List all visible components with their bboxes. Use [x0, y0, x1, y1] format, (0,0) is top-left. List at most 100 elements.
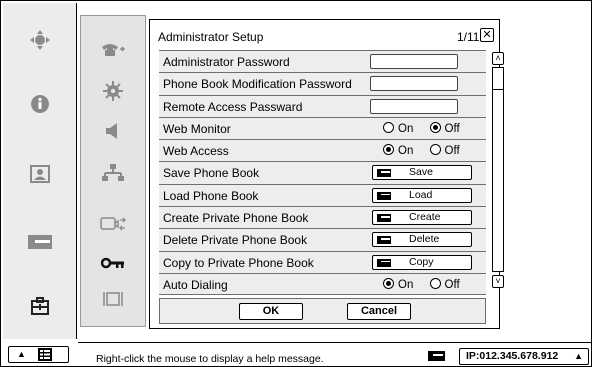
gear-icon[interactable] [99, 80, 127, 102]
web-access-on-option[interactable]: On [383, 144, 413, 157]
scrollbar-thumb[interactable] [493, 68, 503, 90]
radio-button-selected[interactable] [429, 121, 441, 133]
contact-card-icon[interactable] [27, 163, 53, 185]
load-button[interactable]: Load [372, 187, 472, 203]
arrow-up-icon: ▲ [17, 349, 26, 359]
network-icon[interactable] [99, 162, 127, 184]
setting-label: Create Private Phone Book [163, 211, 309, 226]
ip-address-display[interactable]: IP:012.345.678.912 ▲ [459, 348, 589, 365]
administrator-setup-dialog: Administrator Setup 1/11 ✕ Administrator… [149, 19, 504, 329]
radio-label: Off [444, 122, 460, 135]
scroll-up-button[interactable]: ˄ [492, 52, 504, 65]
setting-row-remote-access-password: Remote Access Passward [159, 94, 486, 117]
radio-label: Off [444, 145, 460, 158]
cancel-button[interactable]: Cancel [347, 303, 411, 320]
radio-button[interactable] [383, 121, 394, 133]
radio-button[interactable] [429, 277, 441, 289]
scrollbar-track[interactable] [492, 67, 504, 272]
copy-button[interactable]: Copy [372, 254, 472, 270]
setting-row-administrator-password: Administrator Password [159, 50, 486, 73]
button-label: Copy [409, 255, 434, 268]
memory-card-icon [377, 258, 391, 267]
camera-move-icon[interactable] [27, 29, 53, 51]
speaker-icon[interactable] [99, 120, 127, 142]
web-access-off-option[interactable]: Off [429, 144, 460, 158]
setting-label: Web Monitor [163, 121, 231, 136]
memory-card-icon [377, 169, 391, 178]
auto-dialing-off-option[interactable]: Off [429, 277, 460, 291]
setting-row-web-access: Web Access On Off [159, 139, 486, 162]
phone-icon[interactable] [99, 38, 127, 60]
setting-label: Load Phone Book [163, 188, 259, 203]
button-label: Save [409, 166, 433, 179]
radio-button-selected[interactable] [383, 144, 394, 156]
double-chevron-up-icon: ˄ [495, 53, 501, 63]
delete-button[interactable]: Delete [372, 232, 472, 248]
memory-card-icon [377, 236, 391, 245]
left-menu-bar [3, 3, 77, 339]
memory-card-icon [377, 214, 391, 223]
setting-row-delete-private-phone-book: Delete Private Phone Book Delete [159, 228, 486, 251]
memory-card-icon [377, 191, 391, 200]
radio-label: Off [444, 278, 460, 291]
setting-label: Save Phone Book [163, 166, 260, 181]
auto-dialing-on-option[interactable]: On [383, 277, 414, 291]
radio-label: On [398, 122, 414, 135]
save-button[interactable]: Save [372, 165, 472, 181]
status-bar: Right-click the mouse to display a help … [78, 342, 592, 367]
button-label: Create [409, 211, 441, 224]
web-access-radio-group: On Off [383, 144, 473, 157]
setting-label: Administrator Password [163, 55, 290, 69]
radio-label: On [398, 278, 414, 291]
setting-row-create-private-phone-book: Create Private Phone Book Create [159, 206, 486, 229]
setting-label: Delete Private Phone Book [163, 233, 308, 248]
auto-dialing-radio-group: On Off [383, 277, 473, 291]
radio-button-selected[interactable] [383, 277, 394, 289]
phone-book-password-field[interactable] [370, 76, 458, 92]
setting-row-copy-to-private-phone-book: Copy to Private Phone Book Copy [159, 250, 486, 273]
administrator-password-field[interactable] [370, 54, 458, 69]
setting-label: Auto Dialing [163, 277, 228, 292]
memory-card-icon [428, 351, 445, 361]
help-message: Right-click the mouse to display a help … [96, 353, 324, 365]
page-indicator: 1/11 [457, 30, 480, 44]
scroll-down-button[interactable]: ˅ [492, 275, 504, 288]
dialog-title: Administrator Setup [158, 30, 264, 44]
setting-row-save-phone-book: Save Phone Book Save [159, 161, 486, 184]
radio-label: On [398, 145, 414, 158]
web-monitor-radio-group: On Off [383, 121, 473, 135]
memory-card-icon[interactable] [27, 231, 53, 253]
setting-label: Copy to Private Phone Book [163, 255, 314, 270]
setting-row-phone-book-password: Phone Book Modification Password [159, 72, 486, 95]
setting-row-load-phone-book: Load Phone Book Load [159, 183, 486, 207]
remote-access-password-field[interactable] [370, 98, 458, 114]
button-label: Delete [409, 233, 440, 246]
button-label: Load [409, 188, 433, 201]
key-icon[interactable] [99, 252, 127, 274]
toolbox-icon[interactable] [27, 295, 53, 317]
radio-button[interactable] [429, 144, 441, 156]
setting-label: Phone Book Modification Password [163, 77, 352, 92]
close-button[interactable]: ✕ [480, 28, 494, 42]
setting-row-web-monitor: Web Monitor On Off [159, 116, 486, 140]
display-icon[interactable] [99, 288, 127, 310]
info-icon[interactable] [27, 93, 53, 115]
ok-button[interactable]: OK [239, 303, 303, 320]
menu-grid-icon [38, 348, 52, 361]
close-icon: ✕ [482, 29, 492, 41]
web-monitor-off-option[interactable]: Off [429, 121, 460, 135]
settings-category-bar [80, 15, 146, 327]
ip-address-label: IP:012.345.678.912 [466, 350, 559, 362]
settings-list: Administrator Password Phone Book Modifi… [159, 50, 486, 296]
video-input-icon[interactable] [99, 214, 127, 236]
arrow-up-icon: ▲ [574, 351, 583, 361]
screen: Administrator Setup 1/11 ✕ Administrator… [0, 0, 592, 367]
create-button[interactable]: Create [372, 210, 472, 226]
dialog-button-bar: OK Cancel [159, 298, 486, 324]
menu-toggle-button[interactable]: ▲ [8, 346, 69, 363]
setting-row-auto-dialing: Auto Dialing On Off [159, 272, 486, 296]
double-chevron-down-icon: ˅ [495, 276, 501, 286]
setting-label: Remote Access Passward [163, 99, 303, 114]
setting-label: Web Access [163, 144, 229, 159]
web-monitor-on-option[interactable]: On [383, 121, 414, 135]
